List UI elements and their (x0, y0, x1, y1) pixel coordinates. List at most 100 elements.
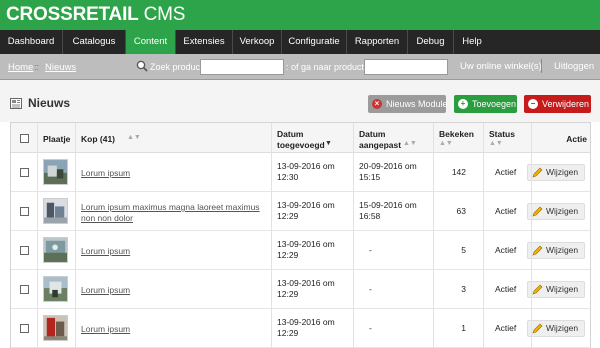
nav-item-configuratie[interactable]: Configuratie (282, 30, 346, 54)
views-count: 63 (456, 206, 466, 216)
nav-item-verkoop[interactable]: Verkoop (233, 30, 281, 54)
select-all-checkbox[interactable] (20, 134, 29, 143)
product-id-input[interactable] (364, 59, 448, 75)
pencil-icon (532, 167, 543, 178)
time-modified: 16:58 (359, 211, 381, 221)
date-modified: - (369, 245, 372, 255)
views-count: 142 (451, 167, 466, 177)
plus-icon: + (458, 99, 468, 109)
logout-link[interactable]: Uitloggen (554, 61, 594, 72)
sort-icon: ▲▼ (127, 134, 141, 141)
table-row: Lorum ipsum 13-09-2016 om 12:30 20-09-20… (11, 153, 590, 192)
edit-button[interactable]: Wijzigen (527, 164, 585, 181)
views-count: 3 (461, 284, 466, 294)
date-added: 13-09-2016 om (277, 161, 335, 171)
date-added: 13-09-2016 om (277, 278, 335, 288)
nav-item-help[interactable]: Help (454, 30, 490, 54)
time-modified: 15:15 (359, 172, 381, 182)
table-row: Lorum ipsum 13-09-2016 om 12:29 - 3 Acti… (11, 270, 590, 309)
main-nav: Dashboard Catalogus Content Extensies Ve… (0, 30, 600, 54)
news-title-link[interactable]: Lorum ipsum (81, 324, 130, 335)
nav-item-extensies[interactable]: Extensies (176, 30, 232, 54)
edit-button[interactable]: Wijzigen (527, 242, 585, 259)
news-thumbnail[interactable] (43, 315, 68, 341)
edit-button[interactable]: Wijzigen (527, 281, 585, 298)
pencil-icon (532, 323, 543, 334)
nav-item-debug[interactable]: Debug (408, 30, 453, 54)
col-header-added[interactable]: Datum toegevoegd ▼ (277, 123, 353, 153)
time-added: 12:30 (277, 172, 299, 182)
news-thumbnail[interactable] (43, 159, 68, 185)
sort-icon: ▲▼ (403, 140, 417, 147)
breadcrumb-separator: :: (34, 62, 40, 72)
add-button[interactable]: + Toevoegen (454, 95, 517, 113)
status-badge: Actief (495, 284, 517, 294)
status-badge: Actief (495, 245, 517, 255)
brand-name: CROSSRETAIL (6, 4, 139, 25)
edit-label: Wijzigen (546, 284, 579, 294)
views-count: 1 (461, 323, 466, 333)
row-checkbox[interactable] (20, 207, 29, 216)
status-badge: Actief (495, 323, 517, 333)
date-modified: - (369, 323, 372, 333)
news-table: Plaatje Kop (41) ▲▼ Datum toegevoegd ▼ D… (10, 122, 591, 348)
row-checkbox[interactable] (20, 246, 29, 255)
news-module-label: Nieuws Module (386, 99, 448, 109)
edit-button[interactable]: Wijzigen (527, 203, 585, 220)
date-modified: 15-09-2016 om (359, 200, 417, 210)
nav-item-catalogus[interactable]: Catalogus (63, 30, 125, 54)
delete-label: Verwijderen (542, 99, 590, 109)
newspaper-icon (10, 98, 22, 109)
status-badge: Actief (495, 206, 517, 216)
close-icon: × (372, 99, 382, 109)
date-modified: 20-09-2016 om (359, 161, 417, 171)
search-product-input[interactable] (200, 59, 284, 75)
news-thumbnail[interactable] (43, 276, 68, 302)
news-title-link[interactable]: Lorum ipsum (81, 168, 130, 179)
pencil-icon (532, 284, 543, 295)
table-row: Lorum ipsum 13-09-2016 om 12:29 - 1 Acti… (11, 309, 590, 348)
date-added: 13-09-2016 om (277, 200, 335, 210)
col-header-views[interactable]: Bekeken ▲▼ (439, 123, 484, 153)
news-thumbnail[interactable] (43, 198, 68, 224)
time-added: 12:29 (277, 289, 299, 299)
row-checkbox[interactable] (20, 285, 29, 294)
nav-item-content[interactable]: Content (126, 30, 175, 54)
col-header-modified[interactable]: Datum aangepast ▲▼ (359, 123, 429, 153)
col-header-image: Plaatje (43, 134, 71, 144)
col-header-status[interactable]: Status ▲▼ (489, 123, 529, 153)
table-row: Lorum ipsum 13-09-2016 om 12:29 - 5 Acti… (11, 231, 590, 270)
online-shop-link[interactable]: Uw online winkel(s) (460, 61, 542, 72)
nav-item-dashboard[interactable]: Dashboard (0, 30, 62, 54)
row-checkbox[interactable] (20, 324, 29, 333)
time-added: 12:29 (277, 250, 299, 260)
pencil-icon (532, 206, 543, 217)
col-header-action: Actie (566, 134, 587, 144)
search-label: Zoek product (150, 62, 203, 72)
time-added: 12:29 (277, 328, 299, 338)
row-checkbox[interactable] (20, 168, 29, 177)
status-badge: Actief (495, 167, 517, 177)
col-header-title[interactable]: Kop (41) ▲▼ (81, 123, 271, 153)
app-header: CROSSRETAIL CMS (0, 0, 600, 30)
news-title-link[interactable]: Lorum ipsum maximus magna laoreet maximu… (81, 202, 261, 224)
breadcrumb-home[interactable]: Home (8, 62, 33, 73)
sort-icon: ▲▼ (439, 140, 453, 147)
search-icon (136, 60, 148, 72)
sort-icon: ▲▼ (489, 140, 503, 147)
time-added: 12:29 (277, 211, 299, 221)
brand-logo[interactable]: CROSSRETAIL CMS (6, 4, 185, 26)
delete-button[interactable]: − Verwijderen (524, 95, 591, 113)
date-added: 13-09-2016 om (277, 239, 335, 249)
news-title-link[interactable]: Lorum ipsum (81, 246, 130, 257)
edit-button[interactable]: Wijzigen (527, 320, 585, 337)
breadcrumb-current[interactable]: Nieuws (45, 62, 76, 73)
news-module-button[interactable]: × Nieuws Module (368, 95, 448, 113)
nav-item-rapporten[interactable]: Rapporten (347, 30, 407, 54)
edit-label: Wijzigen (546, 245, 579, 255)
news-thumbnail[interactable] (43, 237, 68, 263)
news-title-link[interactable]: Lorum ipsum (81, 285, 130, 296)
table-row: Lorum ipsum maximus magna laoreet maximu… (11, 192, 590, 231)
brand-suffix: CMS (138, 4, 186, 25)
edit-label: Wijzigen (546, 323, 579, 333)
